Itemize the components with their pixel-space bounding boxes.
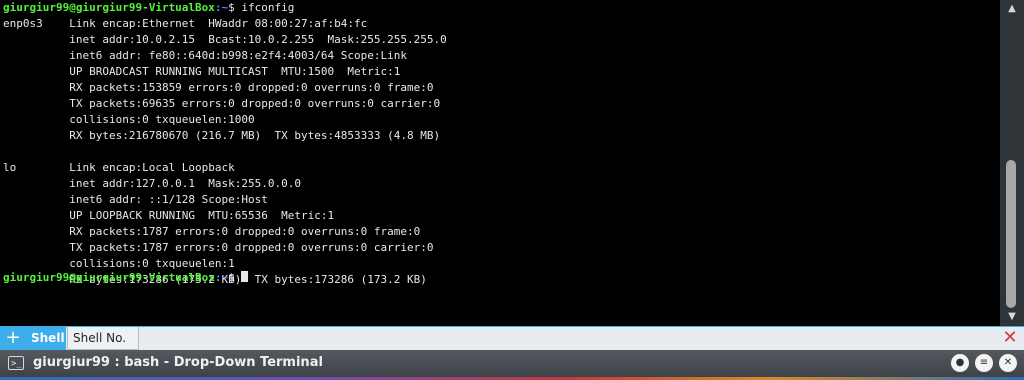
output-line: enp0s3 Link encap:Ethernet HWaddr 08:00:…	[3, 17, 368, 30]
output-line: inet6 addr: fe80::640d:b998:e2f4:4003/64…	[3, 49, 407, 62]
close-tab-icon[interactable]: ✕	[998, 327, 1022, 350]
output-line: UP LOOPBACK RUNNING MTU:65536 Metric:1	[3, 209, 335, 222]
menu-icon[interactable]: ≡	[975, 354, 993, 372]
output-line: inet addr:10.0.2.15 Bcast:10.0.2.255 Mas…	[3, 33, 447, 46]
prompt-path: :~	[214, 271, 229, 284]
close-icon[interactable]: ✕	[999, 354, 1017, 372]
command-line: giurgiur99@giurgiur99-VirtualBox:~$ ifco…	[3, 0, 294, 16]
prompt-symbol: $	[228, 1, 242, 14]
prompt-user: giurgiur99@giurgiur99-VirtualBox	[3, 271, 215, 284]
scrollbar-thumb[interactable]	[1006, 160, 1016, 308]
text-cursor	[241, 271, 249, 282]
prompt-user: giurgiur99@giurgiur99-VirtualBox	[3, 1, 215, 14]
output-line: inet6 addr: ::1/128 Scope:Host	[3, 193, 268, 206]
output-line: UP BROADCAST RUNNING MULTICAST MTU:1500 …	[3, 65, 401, 78]
terminal-icon: >_	[8, 356, 24, 370]
tab-shell[interactable]: Shell	[26, 327, 66, 350]
scroll-down-icon[interactable]: ▼	[1005, 310, 1019, 324]
prompt-symbol: $	[228, 271, 242, 284]
window-titlebar: >_ giurgiur99 : bash - Drop-Down Termina…	[0, 350, 1024, 380]
tab-bar: + Shell Shell No. 2 ✕	[0, 326, 1024, 368]
pin-icon[interactable]: ●	[951, 354, 969, 372]
scroll-up-icon[interactable]: ▲	[1005, 2, 1019, 16]
new-tab-icon[interactable]: +	[0, 327, 26, 350]
prompt-path: :~	[214, 1, 229, 14]
vertical-scrollbar[interactable]: ▲ ▼	[1000, 0, 1024, 326]
output-line: collisions:0 txqueuelen:1000	[3, 113, 255, 126]
output-line: RX packets:153859 errors:0 dropped:0 ove…	[3, 81, 434, 94]
window-title: giurgiur99 : bash - Drop-Down Terminal	[33, 355, 323, 370]
tab-shell-no-2[interactable]: Shell No. 2	[67, 327, 139, 368]
output-line: inet addr:127.0.0.1 Mask:255.0.0.0	[3, 177, 302, 190]
prompt-line[interactable]: giurgiur99@giurgiur99-VirtualBox:~$	[3, 270, 249, 286]
output-line: TX packets:1787 errors:0 dropped:0 overr…	[3, 241, 434, 254]
output-line: RX packets:1787 errors:0 dropped:0 overr…	[3, 225, 421, 238]
command-text: ifconfig	[241, 1, 295, 14]
output-line: RX bytes:216780670 (216.7 MB) TX bytes:4…	[3, 129, 441, 142]
output-line: TX packets:69635 errors:0 dropped:0 over…	[3, 97, 441, 110]
terminal-output[interactable]: giurgiur99@giurgiur99-VirtualBox:~$ ifco…	[0, 0, 1000, 326]
output-line: lo Link encap:Local Loopback	[3, 161, 235, 174]
